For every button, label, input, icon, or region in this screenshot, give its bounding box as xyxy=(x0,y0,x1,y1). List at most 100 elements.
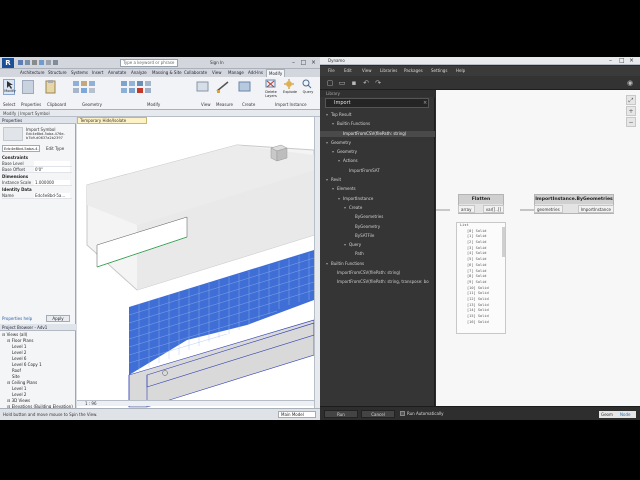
menu-view[interactable]: View xyxy=(362,66,372,76)
explode-button[interactable]: Explode xyxy=(282,79,298,101)
quick-access-icons[interactable] xyxy=(18,59,68,67)
tab-architecture[interactable]: Architecture xyxy=(20,69,45,77)
library-category[interactable]: ▾ Query xyxy=(320,242,435,248)
library-node-item[interactable]: BySATFile xyxy=(320,233,435,239)
node-preview-bubble[interactable]: List [0] Solid [1] Solid [2] Solid [3] Soli… xyxy=(456,222,506,334)
dynamo-close-icon[interactable]: × xyxy=(629,57,638,65)
library-category[interactable]: ▾ Create xyxy=(320,205,435,211)
library-category[interactable]: ▾ Revit xyxy=(320,177,435,183)
screenshot-icon[interactable]: ◉ xyxy=(626,79,634,87)
modify-tool-button[interactable]: Modify xyxy=(3,79,16,95)
tab-systems[interactable]: Systems xyxy=(71,69,88,77)
library-category[interactable]: ▾ Builtin Functions xyxy=(320,121,435,127)
query-button[interactable]: Query xyxy=(300,79,316,101)
revit-3d-view[interactable]: Temporary Hide/Isolate xyxy=(77,117,314,412)
menu-edit[interactable]: Edit xyxy=(344,66,352,76)
geometry-tools[interactable] xyxy=(72,80,106,96)
run-button[interactable]: Run xyxy=(324,410,358,418)
tab-view[interactable]: View xyxy=(212,69,222,77)
name-row[interactable]: Name Edc4e8bd-5a... xyxy=(2,193,72,199)
node-toggle[interactable]: Node xyxy=(620,411,630,418)
import-instance-node-title[interactable]: ImportInstance.ByGeometries xyxy=(535,195,613,204)
instance-scale-row[interactable]: Instance Scale 1.000000 xyxy=(2,180,72,186)
quick-access-toolbar[interactable] xyxy=(18,59,68,67)
library-node-item[interactable]: ImportFromSAT xyxy=(320,168,435,174)
instance-scale-value[interactable]: 1.000000 xyxy=(34,180,70,185)
tab-annotate[interactable]: Annotate xyxy=(108,69,126,77)
search-clear-icon[interactable]: × xyxy=(423,99,427,108)
properties-help-link[interactable]: Properties help xyxy=(2,316,32,321)
flatten-output-port[interactable]: var[]..[] xyxy=(482,205,504,213)
geometry-toggle[interactable]: Geom xyxy=(601,411,613,418)
library-node-item[interactable]: Path xyxy=(320,251,435,257)
edit-type-button[interactable]: Edit Type xyxy=(46,146,64,151)
library-category[interactable]: ▾ Actions xyxy=(320,158,435,164)
base-offset-value[interactable]: 0'0" xyxy=(34,167,70,172)
library-search-input[interactable]: Import × xyxy=(325,98,429,108)
apply-button[interactable]: Apply xyxy=(46,315,70,322)
maximize-icon[interactable]: □ xyxy=(299,58,308,67)
open-file-icon[interactable]: ▭ xyxy=(338,79,346,87)
dynamo-minimize-icon[interactable]: – xyxy=(609,57,618,65)
menu-packages[interactable]: Packages xyxy=(404,66,423,76)
import-instance-output-port[interactable]: ImportInstance xyxy=(577,205,614,213)
menu-help[interactable]: Help xyxy=(456,66,465,76)
menu-settings[interactable]: Settings xyxy=(431,66,447,76)
view-scale[interactable]: 1 : 96 xyxy=(85,401,97,406)
tab-massing-site[interactable]: Massing & Site xyxy=(152,69,182,77)
modify-tools[interactable] xyxy=(120,80,170,96)
cancel-button[interactable]: Cancel xyxy=(361,410,395,418)
save-icon[interactable]: ▪ xyxy=(350,79,358,87)
main-model-dropdown[interactable]: Main Model xyxy=(278,411,316,418)
tab-modify[interactable]: Modify xyxy=(266,69,286,77)
close-icon[interactable]: × xyxy=(309,58,318,67)
run-automatically-checkbox[interactable] xyxy=(400,411,405,416)
viewcube-icon[interactable] xyxy=(267,142,289,164)
library-category[interactable]: ▾ Geometry xyxy=(320,140,435,146)
minimize-icon[interactable]: – xyxy=(289,58,298,67)
create-tools[interactable] xyxy=(238,80,252,94)
menu-libraries[interactable]: Libraries xyxy=(380,66,397,76)
library-category[interactable]: ▾ Elements xyxy=(320,186,435,192)
delete-layers-button[interactable]: Delete Layers xyxy=(264,79,278,101)
tab-add-ins[interactable]: Add-Ins xyxy=(248,69,263,77)
type-selector[interactable]: Edc4e8bd-5aba-4... xyxy=(2,145,40,152)
library-node-item[interactable]: ByGeometry xyxy=(320,224,435,230)
tab-structure[interactable]: Structure xyxy=(48,69,67,77)
undo-icon[interactable]: ↶ xyxy=(362,79,370,87)
geometries-input-port[interactable]: geometries xyxy=(534,205,563,213)
tab-analyze[interactable]: Analyze xyxy=(131,69,147,77)
new-file-icon[interactable]: ▢ xyxy=(326,79,334,87)
measure-tools[interactable] xyxy=(216,80,230,94)
name-value[interactable]: Edc4e8bd-5a... xyxy=(34,193,70,198)
flatten-node-title[interactable]: Flatten xyxy=(459,195,503,204)
flatten-node[interactable]: Flatten array var[]..[] xyxy=(458,194,504,214)
dynamo-maximize-icon[interactable]: □ xyxy=(619,57,628,65)
library-category[interactable]: ▾ Top Result xyxy=(320,112,435,118)
properties-tool-button[interactable] xyxy=(22,80,34,94)
model-canvas[interactable] xyxy=(77,125,314,408)
base-offset-row[interactable]: Base Offset 0'0" xyxy=(2,167,72,173)
clipboard-tools[interactable] xyxy=(44,80,58,94)
sign-in-link[interactable]: Sign In xyxy=(210,60,224,65)
view-tools[interactable] xyxy=(196,80,210,94)
menu-file[interactable]: File xyxy=(328,66,335,76)
library-category[interactable]: ▾ Builtin Functions xyxy=(320,261,435,267)
import-instance-node[interactable]: ImportInstance.ByGeometries geometries I… xyxy=(534,194,614,214)
dynamo-workspace[interactable]: ⤢ + − Flatten array var[]..[] ImportInst… xyxy=(436,90,640,406)
view-title-tab[interactable]: Temporary Hide/Isolate xyxy=(77,117,147,124)
library-node-item[interactable]: ImportFromCSV(filePath: string) xyxy=(320,130,435,137)
tab-insert[interactable]: Insert xyxy=(92,69,103,77)
library-node-item[interactable]: ImportFromCSV(filePath: string) xyxy=(320,270,435,276)
tab-manage[interactable]: Manage xyxy=(228,69,244,77)
tab-collaborate[interactable]: Collaborate xyxy=(184,69,207,77)
flatten-input-port[interactable]: array xyxy=(458,205,475,213)
library-node-item[interactable]: ImportFromCSV(filePath: string, transpos… xyxy=(320,279,435,285)
revit-logo-icon[interactable]: R xyxy=(2,58,14,68)
library-category[interactable]: ▾ ImportInstance xyxy=(320,196,435,202)
revit-search-input[interactable]: Type a keyword or phrase xyxy=(120,59,178,67)
library-node-item[interactable]: ByGeometries xyxy=(320,214,435,220)
redo-icon[interactable]: ↷ xyxy=(374,79,382,87)
preview-scrollbar[interactable] xyxy=(502,227,505,257)
base-level-value[interactable] xyxy=(34,161,70,166)
